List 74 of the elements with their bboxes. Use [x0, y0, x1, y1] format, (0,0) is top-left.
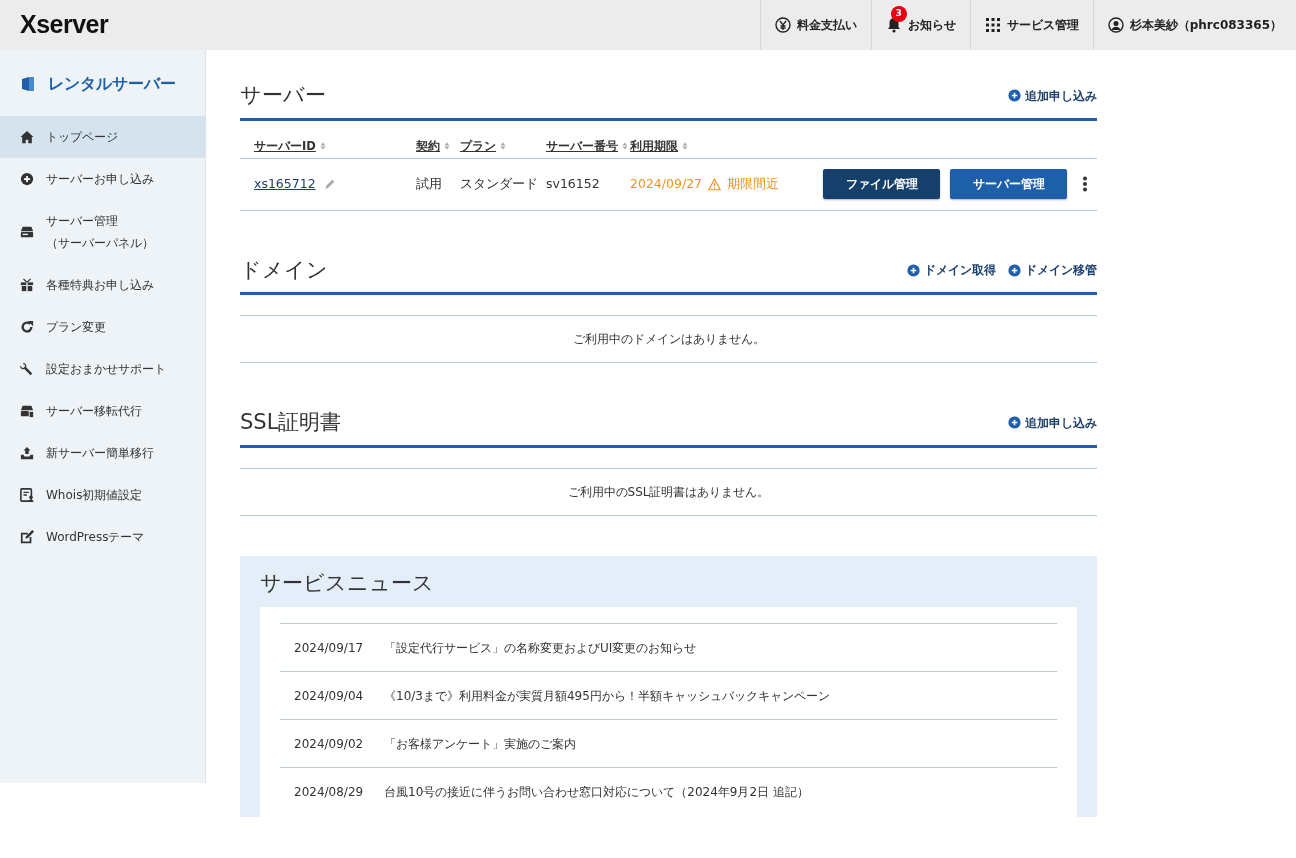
column-header[interactable]: プラン — [460, 138, 496, 153]
yen-icon — [774, 17, 791, 33]
sort-icon — [443, 141, 451, 152]
add-link[interactable]: 追加申し込み — [1008, 86, 1097, 105]
logo[interactable]: Xserver — [20, 6, 109, 44]
section-title: ドメイン — [240, 256, 329, 284]
sort-icon — [318, 141, 327, 152]
header-menu-item[interactable]: お知らせ 3 — [870, 0, 970, 50]
header-menu-item[interactable]: サービス管理 — [969, 0, 1093, 50]
server-arrow-icon — [20, 404, 34, 418]
news-link[interactable]: 《10/3まで》利用料金が実質月額495円から！半額キャッシュバックキャンペーン — [384, 687, 830, 704]
add-link[interactable]: ドメイン取得 — [907, 261, 996, 280]
plus-circle-icon — [1008, 416, 1021, 430]
server-number-cell-text: sv16152 — [546, 174, 601, 193]
sidebar-item[interactable]: WordPressテーマ — [0, 516, 205, 558]
column-header[interactable]: サーバーID — [254, 138, 316, 153]
news-title: サービスニュース — [260, 569, 435, 597]
manage-button[interactable]: サーバー管理 — [950, 169, 1067, 199]
plus-circle-icon — [907, 263, 920, 277]
empty-message: ご利用中のドメインはありません。 — [572, 332, 765, 346]
gift-icon — [20, 278, 34, 292]
more-icon — [1083, 176, 1087, 192]
pencil-icon — [323, 178, 335, 190]
plus-circle-icon — [20, 172, 34, 186]
warning-icon — [708, 177, 722, 191]
news-link[interactable]: 「お客様アンケート」実施のご案内 — [384, 735, 576, 752]
add-link[interactable]: ドメイン移管 — [1008, 261, 1097, 280]
column-header[interactable]: 契約 — [416, 138, 440, 153]
grid-icon — [984, 17, 1001, 33]
home-icon — [20, 130, 34, 144]
sidebar-item[interactable]: 新サーバー簡単移行 — [0, 432, 205, 474]
sidebar-item[interactable]: 設定おまかせサポート — [0, 348, 205, 390]
notification-badge: 3 — [890, 6, 907, 22]
expiry-warning: 期限間近 — [727, 174, 780, 193]
sort-icon — [681, 141, 689, 152]
expiry-date: 2024/09/27 — [630, 174, 703, 193]
news-date: 2024/09/04 — [294, 688, 365, 704]
edit-icon — [20, 530, 34, 544]
sidebar-item[interactable]: プラン変更 — [0, 306, 205, 348]
section-title: SSL証明書 — [240, 409, 343, 436]
news-date: 2024/09/02 — [294, 736, 365, 752]
sidebar-item[interactable]: サーバーお申し込み — [0, 158, 205, 200]
header-menu-item[interactable]: 杉本美紗（phrc083365） — [1092, 0, 1296, 50]
contract-cell-text: 試用 — [416, 174, 443, 193]
server-id-link[interactable]: xs165712 — [254, 174, 316, 194]
sidebar-item[interactable]: Whois初期値設定 — [0, 474, 205, 516]
header-menu-item[interactable]: 料金支払い — [759, 0, 871, 50]
sidebar-title: レンタルサーバー — [48, 73, 176, 95]
plan-cell-text: スタンダード — [460, 174, 539, 193]
empty-message: ご利用中のSSL証明書はありません。 — [567, 484, 770, 499]
wrench-icon — [20, 362, 34, 376]
plus-circle-icon — [1008, 263, 1021, 277]
sort-icon — [621, 141, 629, 152]
column-header[interactable]: サーバー番号 — [546, 138, 618, 153]
news-link[interactable]: 「設定代行サービス」の名称変更およびUI変更のお知らせ — [384, 639, 697, 656]
sort-icon — [499, 141, 507, 152]
news-date: 2024/09/17 — [294, 640, 365, 656]
document-user-icon — [20, 488, 34, 502]
news-link[interactable]: 台風10号の接近に伴うお問い合わせ窓口対応について（2024年9月2日 追記） — [384, 783, 809, 800]
manage-button[interactable]: ファイル管理 — [823, 169, 940, 199]
news-date: 2024/08/29 — [294, 784, 365, 800]
server-logo-icon — [20, 75, 36, 93]
sidebar-item[interactable]: サーバー移転代行 — [0, 390, 205, 432]
plus-circle-icon — [1008, 89, 1021, 103]
user-icon — [1107, 17, 1124, 33]
sidebar-item[interactable]: トップページ — [0, 116, 205, 158]
sidebar-item[interactable]: 各種特典お申し込み — [0, 264, 205, 306]
upload-icon — [20, 446, 34, 460]
refresh-icon — [20, 320, 34, 334]
column-header[interactable]: 利用期限 — [630, 138, 678, 153]
add-link[interactable]: 追加申し込み — [1008, 413, 1097, 432]
section-title: サーバー — [240, 82, 327, 109]
server-icon — [20, 225, 34, 239]
sidebar-item[interactable]: サーバー管理 （サーバーパネル） — [0, 200, 205, 264]
